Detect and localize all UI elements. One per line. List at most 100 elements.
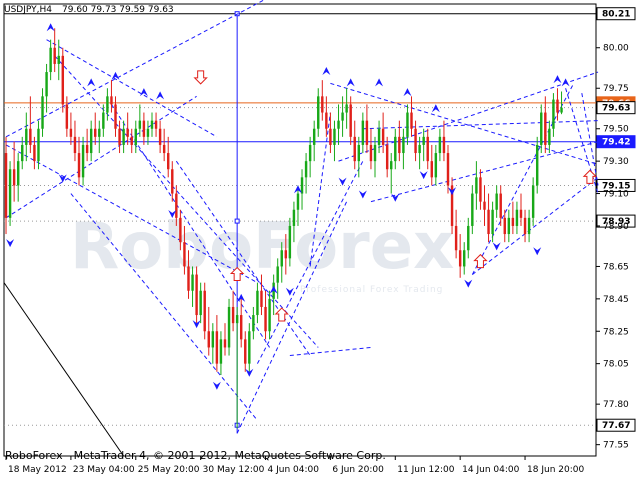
candle-body: [284, 250, 288, 259]
candle-body: [544, 112, 547, 145]
candle-body: [65, 104, 69, 129]
candle-body: [12, 169, 16, 186]
candle-body: [235, 315, 239, 324]
candle-body: [98, 128, 101, 137]
x-tick-label: 30 May 12:00: [203, 465, 265, 475]
candle-body: [430, 161, 433, 178]
candle-body: [312, 128, 316, 145]
y-tick-label: 80.00: [603, 44, 629, 54]
x-tick-label: 23 May 04:00: [73, 465, 135, 475]
candle-body: [77, 153, 81, 178]
candle-body: [503, 217, 506, 235]
candle-body: [244, 339, 247, 364]
candle-body: [329, 128, 332, 145]
candle-body: [203, 290, 206, 332]
candle-body: [385, 144, 389, 170]
candle-body: [418, 144, 421, 154]
candle-body: [349, 104, 352, 137]
candle-body: [438, 136, 442, 154]
candle-body: [454, 225, 458, 251]
candle-body: [446, 153, 450, 186]
candle-body: [134, 128, 137, 145]
candle-body: [540, 112, 543, 145]
cycle-anchor-marker: [234, 218, 240, 224]
candle-body: [110, 96, 113, 105]
candle-body: [264, 306, 267, 332]
candle-body: [341, 112, 344, 121]
candle-body: [195, 274, 198, 316]
candle-body: [223, 339, 227, 348]
candle-body: [69, 128, 73, 137]
x-tick-label: 4 Jun 04:00: [268, 465, 320, 475]
candle-body: [515, 209, 519, 226]
candle-body: [398, 136, 401, 154]
candle-body: [377, 128, 381, 145]
candle-body: [560, 107, 563, 113]
candle-body: [426, 136, 429, 162]
candle-body: [215, 331, 219, 364]
x-tick-label: 11 Jun 12:00: [397, 465, 454, 475]
candle-body: [4, 153, 8, 218]
candle-body: [288, 225, 292, 259]
candle-body: [321, 96, 324, 113]
x-tick-label: 18 Jun 20:00: [527, 465, 584, 475]
candle-body: [231, 306, 235, 324]
candle-body: [150, 120, 154, 129]
candle-body: [292, 209, 296, 226]
candle-body: [256, 290, 259, 316]
candle-body: [85, 144, 89, 154]
y-tick-label: 78.05: [603, 360, 629, 370]
candle-body: [353, 136, 356, 162]
candle-body: [369, 144, 373, 162]
candle-body: [175, 193, 178, 218]
candle-body: [21, 144, 24, 162]
candle-body: [118, 128, 121, 145]
candle-body: [491, 209, 494, 235]
y-tick-label: 78.45: [603, 295, 629, 305]
candle-body: [556, 99, 559, 113]
candle-body: [102, 112, 105, 129]
candle-body: [507, 217, 511, 235]
candle-body: [333, 128, 336, 145]
candle-body: [483, 201, 486, 210]
x-tick-label: 18 May 2012: [8, 465, 67, 475]
y-tick-label: 78.90: [603, 222, 629, 232]
candle-body: [179, 217, 182, 243]
candle-body: [402, 136, 405, 154]
y-tick-label: 78.65: [603, 262, 629, 272]
candle-body: [535, 144, 539, 186]
y-tick-label: 78.25: [603, 327, 629, 337]
candle-body: [199, 290, 202, 316]
candle-body: [365, 120, 369, 145]
candle-body: [304, 161, 308, 178]
candle-body: [154, 120, 158, 129]
candle-body: [53, 47, 56, 64]
candle-body: [219, 339, 223, 364]
candle-body: [41, 96, 44, 129]
candle-body: [361, 120, 365, 145]
candle-body: [345, 104, 348, 113]
candle-body: [463, 250, 466, 267]
candle-body: [73, 136, 77, 154]
candle-body: [126, 128, 129, 137]
candle-body: [531, 185, 535, 218]
x-tick-label: 14 Jun 04:00: [462, 465, 519, 475]
candle-body: [479, 177, 482, 202]
candle-body: [106, 96, 109, 113]
watermark: RoboForex Professional Forex Trading: [70, 210, 454, 295]
candle-body: [260, 290, 263, 307]
y-tick-label: 77.80: [603, 400, 629, 410]
candle-body: [162, 144, 166, 154]
candle-body: [317, 96, 320, 129]
usdjpy-h4-chart[interactable]: RoboForex Professional Forex Trading 80.…: [0, 0, 640, 480]
candle-body: [280, 250, 283, 267]
x-tick-label: 25 May 20:00: [138, 465, 200, 475]
candle-body: [308, 144, 312, 162]
candle-body: [61, 55, 65, 105]
candle-body: [57, 55, 60, 64]
candle-body: [191, 274, 194, 291]
candle-body: [25, 128, 28, 145]
candle-body: [552, 99, 555, 129]
candle-body: [296, 193, 300, 210]
candle-body: [406, 112, 409, 137]
